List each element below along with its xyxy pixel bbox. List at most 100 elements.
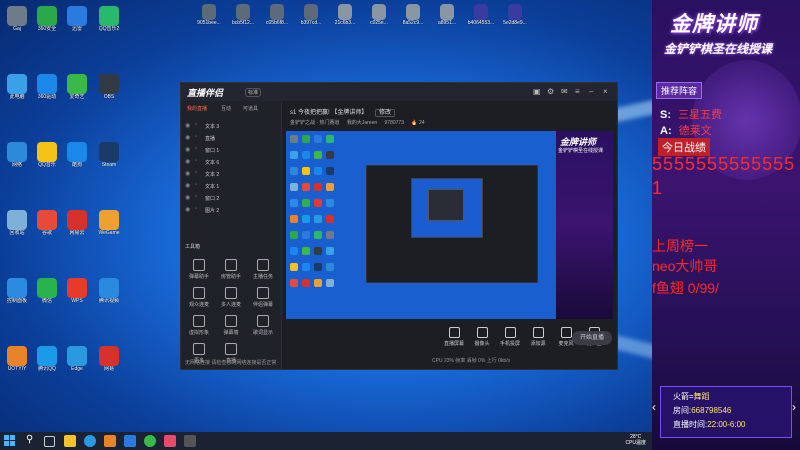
toolbox-item[interactable]: 多人连麦 xyxy=(217,287,245,308)
lock-icon[interactable]: ▫ xyxy=(195,170,197,176)
settings-icon[interactable]: ⚙ xyxy=(547,87,554,96)
source-label: 添加源 xyxy=(530,341,546,347)
app-icon[interactable] xyxy=(124,435,136,447)
app-taskbar-icon[interactable] xyxy=(184,435,196,447)
eye-icon[interactable]: ◉ xyxy=(185,134,190,141)
live-app-taskbar-icon[interactable] xyxy=(164,435,176,447)
layer-item[interactable]: ◉ ▫ 文本 1 xyxy=(185,181,277,191)
tab-interact[interactable]: 互动 xyxy=(221,105,231,112)
source-button[interactable]: 手机投屏 xyxy=(498,327,522,347)
toolbox-item[interactable]: 弹幕墙 xyxy=(217,315,245,336)
room-category[interactable]: 金铲铲之战 · 热门赛道 xyxy=(290,120,339,126)
lock-icon[interactable]: ▫ xyxy=(195,134,197,140)
layer-item[interactable]: ◉ ▫ 文本 2 xyxy=(185,169,277,179)
close-icon[interactable]: × xyxy=(603,87,608,96)
desktop-file-icon[interactable]: 5e2d8e9... xyxy=(500,4,530,26)
desktop-icon[interactable]: 腾讯QQ xyxy=(32,346,62,372)
desktop-icon[interactable]: QQ音乐 xyxy=(32,142,62,168)
desktop-icon[interactable]: 回收站 xyxy=(2,210,32,236)
lock-icon[interactable]: ▫ xyxy=(195,146,197,152)
chrome-icon[interactable] xyxy=(144,435,156,447)
desktop-file-icon[interactable]: 8a52c9... xyxy=(398,4,428,26)
desktop-icon[interactable]: UOTYIY xyxy=(2,346,32,372)
toolbox-item[interactable]: 观众连麦 xyxy=(185,287,213,308)
desktop-file-icon[interactable]: a8951... xyxy=(432,4,462,26)
desktop-icon[interactable]: OBS xyxy=(94,74,124,100)
toolbox-item[interactable]: 歌词显示 xyxy=(249,315,277,336)
eye-icon[interactable]: ◉ xyxy=(185,122,190,129)
layer-item[interactable]: ◉ ▫ 文本 6 xyxy=(185,157,277,167)
search-icon[interactable]: ⚲ xyxy=(26,434,38,446)
layer-name: 窗口 2 xyxy=(205,196,220,202)
lock-icon[interactable]: ▫ xyxy=(195,122,197,128)
lock-icon[interactable]: ▫ xyxy=(195,206,197,212)
desktop-icon[interactable]: 酷狗 xyxy=(62,142,92,168)
lock-icon[interactable]: ▫ xyxy=(195,194,197,200)
desktop-file-icon[interactable]: 21c6b3... xyxy=(330,4,360,26)
eye-icon[interactable]: ◉ xyxy=(185,206,190,213)
source-button[interactable]: 添加源 xyxy=(526,327,550,347)
store-icon[interactable] xyxy=(104,435,116,447)
desktop-icon[interactable]: 网易云 xyxy=(62,210,92,236)
layer-item[interactable]: ◉ ▫ 窗口 1 xyxy=(185,145,277,155)
layer-item[interactable]: ◉ ▫ 窗口 2 xyxy=(185,193,277,203)
source-button[interactable]: 摄像头 xyxy=(470,327,494,347)
file-explorer-icon[interactable] xyxy=(64,435,76,447)
desktop-icon[interactable]: Steam xyxy=(94,142,124,168)
message-icon[interactable]: ✉ xyxy=(561,87,568,96)
source-button[interactable]: 直播屏幕 xyxy=(442,327,466,347)
lock-icon[interactable]: ▫ xyxy=(195,182,197,188)
desktop-file-icon[interactable]: b4064553... xyxy=(466,4,496,26)
version-badge[interactable]: 标准 xyxy=(245,88,262,97)
tab-props[interactable]: 可道具 xyxy=(243,105,258,112)
desktop-icon[interactable]: 腾讯视频 xyxy=(94,278,124,304)
desktop-icon[interactable]: 网易 xyxy=(94,346,124,372)
windows-start-icon[interactable] xyxy=(4,435,16,447)
system-tray-weather[interactable]: 28°C CPU温度 xyxy=(625,434,646,446)
streaming-app-window[interactable]: 直播伴侣 标准 ▣ ⚙ ✉ ≡ – × 我的直播 互动 可道具 ◉ ▫ 文本 3 ◉ ▫… xyxy=(180,82,618,370)
toolbox-item[interactable]: 房管助手 xyxy=(217,259,245,280)
desktop-icon[interactable]: Edge xyxy=(62,346,92,372)
desktop-icon[interactable]: QQ音乐2 xyxy=(94,6,124,32)
desktop-icon[interactable]: 谷歌 xyxy=(32,210,62,236)
menu-icon[interactable]: ≡ xyxy=(575,87,580,96)
edit-title-button[interactable]: 修改 xyxy=(375,109,396,117)
task-view-icon[interactable] xyxy=(44,436,55,447)
desktop-icon[interactable]: 360驱动 xyxy=(32,74,62,100)
eye-icon[interactable]: ◉ xyxy=(185,182,190,189)
desktop-icon[interactable]: WeGame xyxy=(94,210,124,236)
app-titlebar[interactable]: 直播伴侣 标准 ▣ ⚙ ✉ ≡ – × xyxy=(181,83,617,101)
toolbox-item[interactable]: 伴侣弹幕 xyxy=(249,287,277,308)
start-live-button[interactable]: 开始直播 xyxy=(572,331,612,345)
tab-my-live[interactable]: 我的直播 xyxy=(187,105,207,112)
toolbox-item[interactable]: 虚拟形象 xyxy=(185,315,213,336)
eye-icon[interactable]: ◉ xyxy=(185,158,190,165)
desktop-file-icon[interactable]: 9051bee... xyxy=(194,4,224,26)
desktop-icon[interactable]: WPS xyxy=(62,278,92,304)
desktop-file-icon[interactable]: bcb5f12... xyxy=(228,4,258,26)
desktop-icon[interactable]: Gaj xyxy=(2,6,32,32)
eye-icon[interactable]: ◉ xyxy=(185,194,190,201)
desktop-file-icon[interactable]: b397cd... xyxy=(296,4,326,26)
layer-item[interactable]: ◉ ▫ 直播 xyxy=(185,133,277,143)
skin-icon[interactable]: ▣ xyxy=(533,87,541,96)
desktop-icon[interactable]: 此电脑 xyxy=(2,74,32,100)
desktop-icon[interactable]: 网络 xyxy=(2,142,32,168)
desktop-icon[interactable]: 360安全 xyxy=(32,6,62,32)
minimize-icon[interactable]: – xyxy=(589,87,593,96)
layer-item[interactable]: ◉ ▫ 文本 3 xyxy=(185,121,277,131)
desktop-file-icon[interactable]: c05b6f8... xyxy=(262,4,292,26)
lock-icon[interactable]: ▫ xyxy=(195,158,197,164)
toolbox-item[interactable]: 主播任务 xyxy=(249,259,277,280)
desktop-icon[interactable]: 微信 xyxy=(32,278,62,304)
toolbox-item[interactable]: 弹幕助手 xyxy=(185,259,213,280)
live-preview[interactable]: 金牌讲师 金铲铲棋圣在线授课 xyxy=(286,131,613,319)
eye-icon[interactable]: ◉ xyxy=(185,170,190,177)
desktop-icon[interactable]: 控制面板 xyxy=(2,278,32,304)
layer-item[interactable]: ◉ ▫ 图片 2 xyxy=(185,205,277,215)
eye-icon[interactable]: ◉ xyxy=(185,146,190,153)
desktop-icon[interactable]: 迅雷 xyxy=(62,6,92,32)
edge-icon[interactable] xyxy=(84,435,96,447)
desktop-file-icon[interactable]: c025e... xyxy=(364,4,394,26)
desktop-icon[interactable]: 爱奇艺 xyxy=(62,74,92,100)
